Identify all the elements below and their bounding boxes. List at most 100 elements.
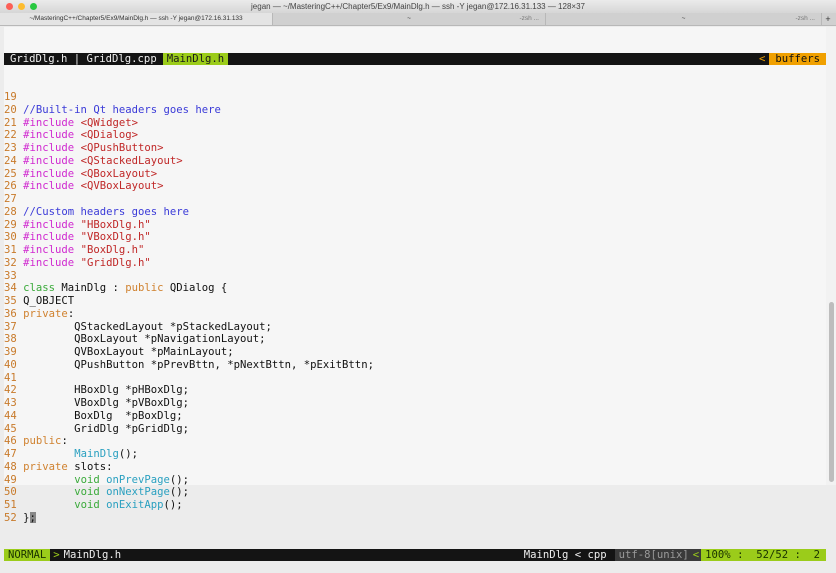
code-line: 40 QPushButton *pPrevBttn, *pNextBttn, *… [4,359,826,372]
zoom-button[interactable] [30,3,37,10]
code-line: 28 //Custom headers goes here [4,206,826,219]
status-line: 52/52 [756,548,789,561]
code-token: MainDlg : [55,282,126,295]
code-line: 27 [4,193,826,206]
code-token: Q_OBJECT [23,295,75,307]
code-token: class [23,282,56,295]
line-number: 32 [4,256,17,269]
scrollbar-thumb[interactable] [829,302,834,482]
code-line: 49 void onPrevPage(); [4,474,826,487]
code-token: VBoxDlg *pVBoxDlg; [23,397,189,409]
line-number: 43 [4,397,17,409]
code-token: "BoxDlg.h" [80,244,145,256]
code-token: void [74,473,100,486]
code-token: onExitApp [106,499,164,511]
vim-status-line: NORMAL > MainDlg.h MainDlg < cpp utf-8[u… [4,548,826,561]
code-line: 30 #include "VBoxDlg.h" [4,231,826,244]
code-token: : [61,435,68,448]
code-line: 50 void onNextPage(); [4,486,826,499]
line-number: 31 [4,244,17,256]
code-line: 45 GridDlg *pGridDlg; [4,423,826,436]
code-token: onPrevPage [106,473,170,486]
code-line: 39 QVBoxLayout *pMainLayout; [4,346,826,359]
line-number: 52 [4,511,17,523]
code-line: 19 [4,91,826,104]
code-line: 31 #include "BoxDlg.h" [4,244,826,257]
line-number: 40 [4,358,17,371]
status-arrow: < [692,548,702,561]
code-token: #include [23,167,81,180]
other-buffers[interactable]: GridDlg.h | GridDlg.cpp [4,53,157,65]
code-token: (); [169,486,190,499]
code-line: 32 #include "GridDlg.h" [4,257,826,270]
code-token: onNextPage [106,486,170,499]
code-token: <QStackedLayout> [80,154,183,167]
code-line: 21 #include <QWidget> [4,117,826,130]
code-token: public [23,435,62,448]
tab-maindlg-ssh[interactable]: ~/MasteringC++/Chapter5/Ex9/MainDlg.h — … [0,13,273,25]
line-number: 24 [4,154,17,167]
line-number: 30 [4,231,17,244]
vim-buffer-line: GridDlg.h | GridDlg.cpp MainDlg.h < buff… [4,52,826,65]
line-number: 27 [4,193,17,205]
status-separator: > [53,548,60,561]
line-number: 26 [4,180,17,193]
scrollbar[interactable] [826,27,836,485]
code-token: } [23,511,30,523]
code-line: 44 BoxDlg *pBoxDlg; [4,410,826,423]
line-number: 48 [4,460,17,473]
code-line: 37 QStackedLayout *pStackedLayout; [4,321,826,334]
code-token: #include [23,154,81,167]
line-number: 42 [4,384,17,397]
line-number: 25 [4,167,17,180]
status-column: 2 [813,548,820,561]
tab-zsh-1[interactable]: ~ -zsh ... [273,13,546,25]
code-token: (); [118,448,138,460]
new-tab-button[interactable]: + [822,13,834,25]
line-number: 34 [4,282,17,295]
code-line: 25 #include <QBoxLayout> [4,168,826,181]
code-line: 34 class MainDlg : public QDialog { [4,282,826,295]
line-number: 23 [4,142,17,154]
code-line: 52 }; [4,511,826,523]
terminal-vim[interactable]: GridDlg.h | GridDlg.cpp MainDlg.h < buff… [4,27,826,561]
line-number: 41 [4,371,17,384]
code-token: public [125,282,164,295]
code-token: QBoxLayout *pNavigationLayout; [23,333,266,346]
code-token: <QBoxLayout> [80,167,158,180]
code-line: 33 [4,270,826,283]
line-number: 28 [4,205,17,218]
terminal-tab-bar: ~/MasteringC++/Chapter5/Ex9/MainDlg.h — … [0,13,836,26]
code-line: 48 private slots: [4,461,826,474]
line-number: 45 [4,422,17,435]
line-number: 39 [4,346,17,358]
code-token: GridDlg *pGridDlg; [23,422,189,435]
line-number: 49 [4,473,17,486]
code-token: //Custom headers goes here [23,205,189,218]
code-token: "VBoxDlg.h" [80,231,151,244]
code-token: #include [23,142,81,154]
minimize-button[interactable] [18,3,25,10]
close-button[interactable] [6,3,13,10]
tab-zsh-2[interactable]: ~ -zsh ... [546,13,822,25]
code-editor[interactable]: 19 20 //Built-in Qt headers goes here 21 … [4,90,826,523]
buffers-arrow: < [758,52,766,65]
line-number: 47 [4,448,17,460]
line-number: 51 [4,499,17,511]
line-number: 21 [4,116,17,129]
code-token: (); [163,499,183,511]
line-number: 22 [4,129,17,142]
mode-indicator: NORMAL [4,548,51,561]
code-token: QStackedLayout *pStackedLayout; [23,320,272,333]
code-line: 22 #include <QDialog> [4,129,826,142]
code-token: (); [169,473,190,486]
current-buffer[interactable]: MainDlg.h [162,52,229,65]
line-number: 46 [4,435,17,448]
status-filename: MainDlg.h [63,548,122,561]
code-token: #include [23,129,81,142]
code-token: void [74,486,100,499]
code-token: //Built-in Qt headers goes here [23,103,221,116]
code-line: 36 private: [4,308,826,321]
